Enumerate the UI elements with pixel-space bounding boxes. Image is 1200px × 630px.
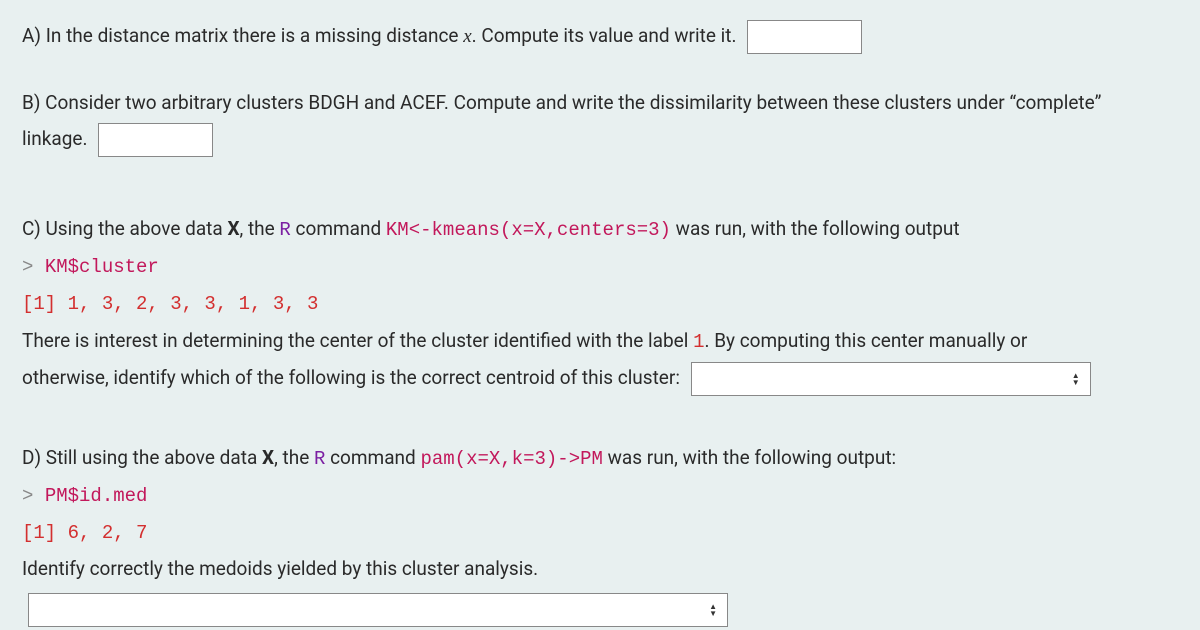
part-a-answer-input[interactable] (747, 20, 862, 54)
part-a-text-prefix: A) In the distance matrix there is a mis… (22, 24, 463, 47)
part-c-intro-x: X (227, 217, 239, 240)
part-b-line2: linkage. (22, 127, 87, 150)
part-d-output: [1] 6, 2, 7 (22, 522, 147, 544)
part-d-prompt-code: PM$id.med (45, 485, 148, 507)
part-d-intro-x: X (262, 446, 274, 469)
part-a: A) In the distance matrix there is a mis… (22, 18, 1178, 55)
part-a-text-suffix: . Compute its value and write it. (472, 24, 737, 47)
part-c-prompt-gt: > (22, 256, 45, 278)
select-arrows-icon: ▲▼ (709, 603, 717, 617)
part-c-intro-cmd: command (291, 217, 386, 240)
part-c-intro-r: R (279, 219, 290, 241)
part-c-intro-mid: , the (240, 217, 280, 240)
part-c-q-line1-post: . By computing this center manually or (704, 329, 1027, 352)
part-d-prompt-gt: > (22, 485, 45, 507)
part-c-prompt-code: KM$cluster (45, 256, 159, 278)
part-c-intro-suffix: was run, with the following output (671, 217, 960, 240)
part-d-intro-suffix: was run, with the following output: (603, 446, 896, 469)
part-d-code-cmd: pam(x=X,k=3)->PM (420, 448, 602, 470)
part-d-intro-mid: , the (274, 446, 314, 469)
part-b: B) Consider two arbitrary clusters BDGH … (22, 85, 1178, 157)
part-c-code-cmd: KM<-kmeans(x=X,centers=3) (386, 219, 671, 241)
part-b-line1: B) Consider two arbitrary clusters BDGH … (22, 91, 1101, 114)
part-c: C) Using the above data X, the R command… (22, 211, 1178, 395)
part-c-select[interactable]: ▲▼ (691, 362, 1091, 396)
part-b-answer-input[interactable] (98, 123, 213, 157)
part-a-variable-x: x (463, 26, 471, 47)
part-c-q-line2: otherwise, identify which of the followi… (22, 366, 680, 389)
part-c-q-line1-label: 1 (693, 331, 704, 353)
part-d-intro-prefix: D) Still using the above data (22, 446, 262, 469)
part-d-q-line: Identify correctly the medoids yielded b… (22, 557, 538, 580)
part-d-intro-r: R (314, 448, 325, 470)
part-c-intro-prefix: C) Using the above data (22, 217, 227, 240)
part-c-output: [1] 1, 3, 2, 3, 3, 1, 3, 3 (22, 293, 318, 315)
part-d: D) Still using the above data X, the R c… (22, 440, 1178, 627)
part-d-intro-cmd: command (325, 446, 420, 469)
select-arrows-icon: ▲▼ (1072, 372, 1080, 386)
part-c-q-line1-pre: There is interest in determining the cen… (22, 329, 693, 352)
part-d-select[interactable]: ▲▼ (28, 593, 728, 627)
